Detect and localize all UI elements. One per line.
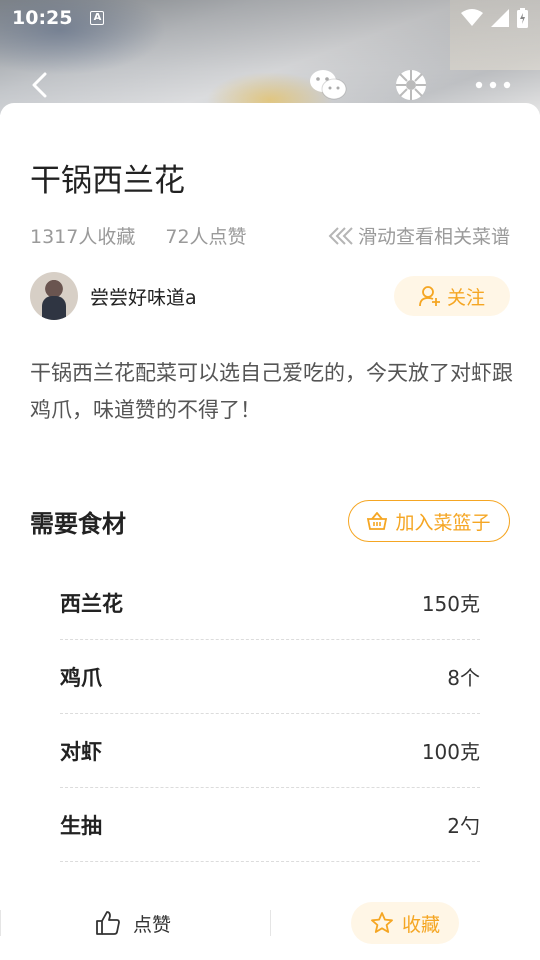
status-bar: 10:25 A (0, 0, 540, 36)
ingredients-title: 需要食材 (30, 509, 126, 538)
recipe-description: 干锅西兰花配菜可以选自己爱吃的，今天放了对虾跟鸡爪，味道赞的不得了！ (30, 361, 513, 422)
notification-a-icon: A (90, 11, 105, 25)
ingredient-qty: 150克 (421, 592, 480, 616)
battery-icon (517, 8, 528, 28)
ingredient-row: 生抽 2勺 (60, 788, 480, 862)
favorite-button[interactable]: 收藏 (351, 902, 459, 944)
back-button[interactable] (20, 62, 60, 108)
favorite-label: 收藏 (401, 913, 440, 936)
top-nav-bar (0, 62, 540, 108)
author-avatar[interactable] (30, 272, 78, 320)
star-icon (371, 912, 393, 933)
more-dots-icon (475, 81, 511, 89)
wifi-icon (461, 9, 483, 26)
author-name[interactable]: 尝尝好味道a (90, 283, 197, 310)
share-moments-button[interactable] (390, 62, 432, 108)
back-arrow-icon (32, 72, 47, 98)
ingredient-name: 西兰花 (60, 591, 123, 616)
ingredient-name: 对虾 (60, 739, 102, 764)
divider (0, 910, 1, 936)
swipe-related-hint[interactable]: 滑动查看相关菜谱 (326, 222, 510, 249)
add-to-basket-button[interactable]: 加入菜篮子 (348, 500, 510, 542)
more-button[interactable] (470, 62, 516, 108)
favorite-count: 1317人收藏 (30, 226, 136, 248)
share-wechat-button[interactable] (305, 62, 351, 108)
wechat-moments-icon (396, 70, 426, 100)
recipe-stats: 1317人收藏 72人点赞 (30, 222, 247, 249)
follow-button[interactable]: 关注 (394, 276, 510, 316)
double-chevron-left-icon (328, 226, 353, 245)
recipe-title: 干锅西兰花 (30, 163, 185, 199)
ingredient-row: 西兰花 150克 (60, 566, 480, 640)
author-row: 尝尝好味道a 关注 (30, 271, 510, 321)
ingredient-name: 鸡爪 (60, 665, 102, 690)
ingredient-row: 鸡爪 8个 (60, 640, 480, 714)
ingredients-header: 需要食材 加入菜篮子 (30, 500, 510, 542)
ingredients-list: 西兰花 150克 鸡爪 8个 对虾 100克 生抽 2勺 (60, 566, 480, 862)
signal-icon (491, 9, 509, 27)
ingredient-qty: 2勺 (447, 814, 480, 838)
basket-icon (367, 512, 388, 530)
status-time: 10:25 (12, 7, 73, 29)
thumbs-up-icon (96, 911, 120, 935)
divider (270, 910, 271, 936)
ingredient-qty: 8个 (447, 666, 480, 690)
swipe-hint-label: 滑动查看相关菜谱 (357, 226, 510, 248)
ingredient-qty: 100克 (421, 740, 480, 764)
wechat-icon (310, 70, 347, 100)
add-user-icon (419, 286, 440, 307)
ingredient-row: 对虾 100克 (60, 714, 480, 788)
like-count: 72人点赞 (165, 226, 247, 248)
like-label: 点赞 (133, 913, 172, 936)
bottom-action-bar: 点赞 收藏 (0, 886, 540, 960)
ingredient-name: 生抽 (60, 813, 102, 838)
like-button[interactable]: 点赞 (95, 906, 171, 940)
follow-label: 关注 (446, 286, 485, 309)
basket-label: 加入菜篮子 (395, 511, 491, 534)
